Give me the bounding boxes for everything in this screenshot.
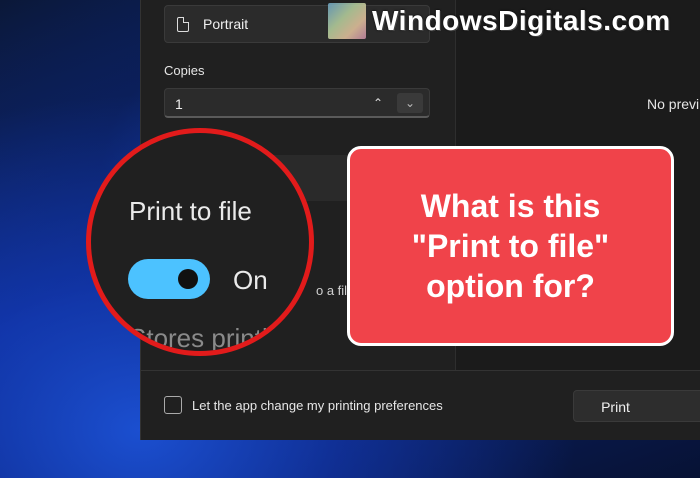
print-to-file-toggle[interactable] [128, 259, 210, 299]
orientation-value: Portrait [203, 16, 249, 32]
toggle-state-text: On [233, 265, 268, 295]
preferences-checkbox[interactable] [164, 396, 182, 414]
watermark-text: WindowsDigitals.com [372, 5, 671, 36]
print-button[interactable]: Print [573, 390, 700, 422]
preview-message: No previ [647, 96, 700, 112]
toggle-knob [178, 269, 198, 289]
print-to-file-description: Stores printi [129, 323, 268, 353]
chevron-up-icon[interactable]: ⌃ [369, 94, 387, 112]
copies-value[interactable]: 1 [175, 96, 183, 112]
site-watermark: WindowsDigitals.com [328, 1, 700, 41]
question-callout: What is this "Print to file" option for? [347, 146, 674, 346]
copies-label: Copies [164, 63, 205, 78]
chevron-down-icon[interactable]: ⌄ [397, 93, 423, 113]
preferences-checkbox-label[interactable]: Let the app change my printing preferenc… [192, 398, 443, 413]
print-to-file-label: Print to file [129, 196, 252, 226]
copies-stepper[interactable]: 1 ⌃ ⌄ [164, 88, 430, 118]
watermark-logo [328, 3, 366, 39]
page-orientation-icon [177, 17, 189, 32]
footer-divider [140, 370, 700, 371]
zoom-magnifier: Print to file On Stores printi [86, 128, 314, 356]
callout-text: What is this "Print to file" option for? [411, 188, 610, 304]
